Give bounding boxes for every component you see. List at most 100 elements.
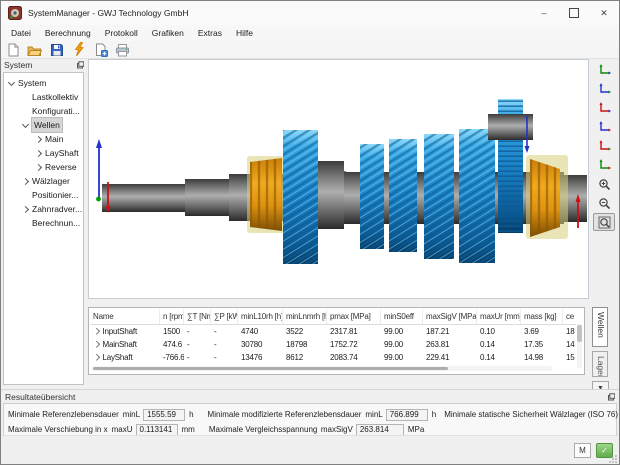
view-orientation-1-button[interactable] bbox=[593, 61, 615, 79]
field-unit: mm bbox=[182, 425, 195, 434]
column-header[interactable]: Name bbox=[90, 309, 160, 324]
menu-hilfe[interactable]: Hilfe bbox=[229, 26, 260, 40]
tab-wellen[interactable]: Wellen bbox=[592, 307, 608, 347]
menu-grafiken[interactable]: Grafiken bbox=[145, 26, 191, 40]
print-button[interactable] bbox=[114, 42, 131, 57]
tree-item-layshaft[interactable]: LayShaft bbox=[4, 146, 83, 160]
field-symbol: minL bbox=[123, 410, 140, 419]
tree-item-konfiguration[interactable]: Konfigurati... bbox=[4, 104, 83, 118]
close-button[interactable]: ✕ bbox=[589, 1, 619, 25]
axis-view-icon bbox=[598, 121, 611, 133]
column-header[interactable]: n [rpm] bbox=[160, 309, 184, 324]
tree-item-positionierung[interactable]: Positionier... bbox=[4, 188, 83, 202]
expander-icon[interactable] bbox=[35, 163, 42, 170]
system-tree: System Lastkollektiv Konfigurati... Well… bbox=[3, 72, 84, 385]
resize-grip[interactable] bbox=[609, 454, 618, 463]
scrollbar-thumb[interactable] bbox=[93, 367, 448, 370]
tree-item-lastkollektiv[interactable]: Lastkollektiv bbox=[4, 90, 83, 104]
bearing-right[interactable] bbox=[526, 155, 568, 239]
zoom-in-icon bbox=[598, 178, 611, 191]
system-panel-header: System bbox=[1, 58, 87, 72]
tree-item-main[interactable]: Main bbox=[4, 132, 83, 146]
bearing-left[interactable] bbox=[247, 156, 289, 233]
view-orientation-6-button[interactable] bbox=[593, 156, 615, 174]
expander-icon[interactable] bbox=[35, 135, 42, 142]
results-panel: Resultateübersicht Minimale Referenzlebe… bbox=[1, 389, 619, 436]
report-button[interactable] bbox=[92, 42, 109, 57]
mode-button[interactable]: M bbox=[574, 443, 591, 458]
column-header[interactable]: ce bbox=[563, 309, 576, 324]
column-header[interactable]: minLnmrh [h] bbox=[283, 309, 327, 324]
column-header[interactable]: ∑P [kW] bbox=[211, 309, 238, 324]
gear-5[interactable] bbox=[459, 129, 495, 263]
report-document-icon bbox=[94, 43, 108, 57]
table-row-inputshaft[interactable]: InputShaft 1500 - - 4740 3522 2317.81 99… bbox=[90, 325, 576, 338]
results-panel-title: Resultateübersicht bbox=[5, 392, 75, 402]
result-side-tabs: Wellen Lager ▼ bbox=[592, 307, 618, 395]
zoom-in-button[interactable] bbox=[593, 175, 615, 193]
column-header[interactable]: minS0eff bbox=[381, 309, 423, 324]
column-header[interactable]: minL10rh [h] bbox=[238, 309, 283, 324]
gear-3[interactable] bbox=[389, 139, 417, 252]
maximize-icon bbox=[569, 8, 579, 18]
window-title: SystemManager - GWJ Technology GmbH bbox=[28, 8, 188, 18]
table-row-layshaft[interactable]: LayShaft -766.67 - - 13476 8612 2083.74 … bbox=[90, 351, 576, 364]
table-row-mainshaft[interactable]: MainShaft 474.6 - - 30780 18798 1752.72 … bbox=[90, 338, 576, 351]
table-vertical-scrollbar[interactable] bbox=[577, 324, 582, 368]
column-header[interactable]: pmax [MPa] bbox=[327, 309, 381, 324]
open-file-button[interactable] bbox=[26, 42, 43, 57]
gear-2[interactable] bbox=[360, 144, 384, 249]
view-orientation-5-button[interactable] bbox=[593, 137, 615, 155]
new-document-button[interactable] bbox=[4, 42, 21, 57]
maximize-button[interactable] bbox=[559, 1, 589, 25]
expander-icon[interactable] bbox=[8, 78, 15, 85]
gear-4[interactable] bbox=[424, 134, 454, 259]
menu-extras[interactable]: Extras bbox=[191, 26, 229, 40]
table-horizontal-scrollbar[interactable] bbox=[92, 366, 552, 371]
dock-pin-icon[interactable] bbox=[607, 393, 615, 401]
tree-item-wellen[interactable]: Wellen bbox=[4, 118, 83, 132]
calculate-button[interactable] bbox=[70, 42, 87, 57]
menu-protokoll[interactable]: Protokoll bbox=[98, 26, 145, 40]
expander-icon[interactable] bbox=[22, 205, 29, 212]
expander-icon[interactable] bbox=[22, 177, 29, 184]
scrollbar-thumb[interactable] bbox=[577, 325, 582, 342]
tree-item-reverse[interactable]: Reverse bbox=[4, 160, 83, 174]
column-header[interactable]: ∑T [Nm] bbox=[184, 309, 211, 324]
field-label: Minimale statische Sicherheit Wälzlager … bbox=[444, 410, 618, 419]
tree-item-berechnung[interactable]: Berechnun... bbox=[4, 216, 83, 230]
gear-large[interactable] bbox=[283, 130, 318, 264]
row-expander-icon[interactable] bbox=[93, 354, 99, 360]
tree-item-zahnradverbindung[interactable]: Zahnradver... bbox=[4, 202, 83, 216]
printer-icon bbox=[115, 43, 130, 57]
save-button[interactable] bbox=[48, 42, 65, 57]
axis-view-icon bbox=[598, 83, 611, 95]
max-verschiebung-value: 0.113141 bbox=[136, 424, 178, 436]
dock-pin-icon[interactable] bbox=[76, 61, 84, 69]
field-label: Minimale Referenzlebensdauer bbox=[8, 410, 119, 419]
minimize-button[interactable]: – bbox=[529, 1, 559, 25]
column-header[interactable]: maxUr [mm] bbox=[477, 309, 521, 324]
field-label: Maximale Verschiebung in x bbox=[8, 425, 108, 434]
tab-lager[interactable]: Lager bbox=[592, 351, 608, 377]
view-toolbar bbox=[593, 61, 617, 231]
row-expander-icon[interactable] bbox=[93, 328, 99, 334]
system-panel-title: System bbox=[4, 60, 32, 70]
column-header[interactable]: maxSigV [MPa] bbox=[423, 309, 477, 324]
view-orientation-3-button[interactable] bbox=[593, 99, 615, 117]
tree-item-system[interactable]: System bbox=[4, 76, 83, 90]
field-unit: MPa bbox=[408, 425, 424, 434]
column-header[interactable]: mass [kg] bbox=[521, 309, 563, 324]
view-orientation-2-button[interactable] bbox=[593, 80, 615, 98]
zoom-out-button[interactable] bbox=[593, 194, 615, 212]
expander-icon[interactable] bbox=[35, 149, 42, 156]
menu-berechnung[interactable]: Berechnung bbox=[38, 26, 98, 40]
3d-viewport[interactable] bbox=[88, 59, 589, 299]
tree-item-waelzlager[interactable]: Wälzlager bbox=[4, 174, 83, 188]
row-expander-icon[interactable] bbox=[93, 341, 99, 347]
view-orientation-4-button[interactable] bbox=[593, 118, 615, 136]
menu-datei[interactable]: Datei bbox=[4, 26, 38, 40]
table-header-row: Name n [rpm] ∑T [Nm] ∑P [kW] minL10rh [h… bbox=[90, 309, 576, 325]
zoom-fit-button[interactable] bbox=[593, 213, 615, 231]
expander-icon[interactable] bbox=[22, 120, 29, 127]
